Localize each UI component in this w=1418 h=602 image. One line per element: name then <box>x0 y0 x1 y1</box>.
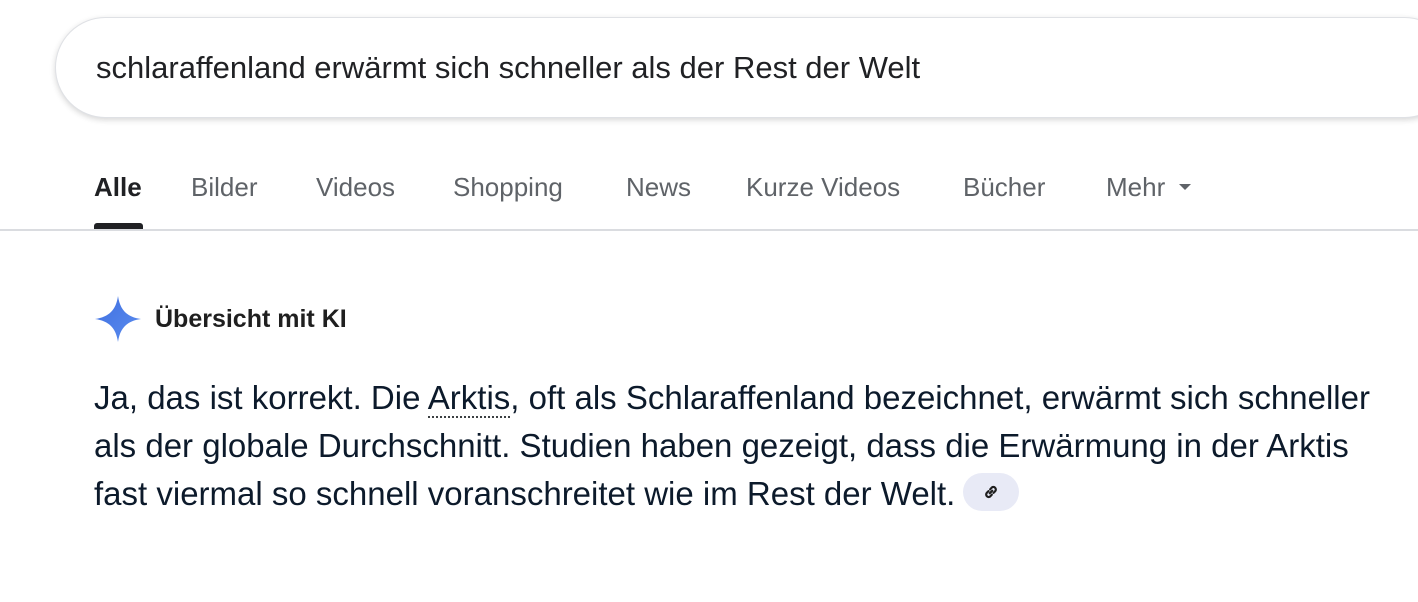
tab-buecher[interactable]: Bücher <box>963 172 1045 203</box>
tab-shopping[interactable]: Shopping <box>453 172 563 203</box>
tab-news[interactable]: News <box>626 172 691 203</box>
ai-text-part-1: Ja, das ist korrekt. Die <box>94 379 428 416</box>
ai-overview-title: Übersicht mit KI <box>155 304 347 333</box>
arktis-link[interactable]: Arktis <box>427 379 511 418</box>
ai-overview-header: Übersicht mit KI <box>94 294 347 344</box>
tab-mehr[interactable]: Mehr <box>1106 172 1192 203</box>
tab-kurze-videos[interactable]: Kurze Videos <box>746 172 900 203</box>
active-tab-indicator <box>94 223 143 229</box>
tab-alle[interactable]: Alle <box>94 172 142 203</box>
chevron-down-icon <box>1179 184 1192 191</box>
search-input[interactable] <box>96 18 1396 117</box>
ai-overview-text: Ja, das ist korrekt. Die Arktis, oft als… <box>94 374 1384 518</box>
tab-videos[interactable]: Videos <box>316 172 395 203</box>
source-link-button[interactable] <box>963 473 1020 512</box>
tab-bilder[interactable]: Bilder <box>191 172 257 203</box>
sparkle-icon <box>95 296 141 342</box>
tab-mehr-label: Mehr <box>1106 172 1166 202</box>
link-icon <box>985 486 998 499</box>
search-box[interactable] <box>55 17 1418 118</box>
search-tabs: Alle Bilder Videos Shopping News Kurze V… <box>0 150 1418 231</box>
